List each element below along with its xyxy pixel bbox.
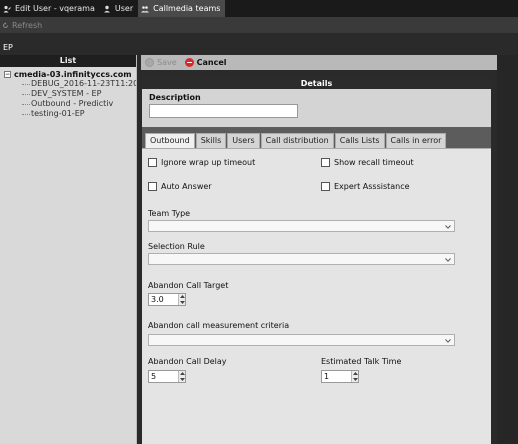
list-item[interactable]: DEBUG_2016-11-23T11:20:33.4	[20, 79, 136, 89]
toolbar: Save Cancel	[141, 55, 497, 70]
tree-root-label: cmedia-03.infinityccs.com	[14, 69, 132, 79]
tree-view: − cmedia-03.infinityccs.com DEBUG_2016-1…	[0, 67, 136, 119]
auto-answer-label: Auto Answer	[161, 182, 212, 191]
abandon-target-stepper[interactable]: 3.0	[148, 293, 186, 306]
description-label: Description	[149, 93, 201, 102]
save-icon	[145, 58, 154, 67]
details-panel: Description	[142, 89, 491, 127]
tab-edit-user[interactable]: Edit User - vqerama	[0, 0, 100, 17]
refresh-icon	[2, 21, 9, 29]
est-talk-stepper[interactable]: 1	[321, 370, 359, 383]
collapse-icon[interactable]: −	[4, 70, 11, 78]
abandon-criteria-select[interactable]	[148, 334, 455, 346]
show-recall-checkbox[interactable]: Show recall timeout	[321, 158, 414, 167]
tab-callmedia-teams-label: Callmedia teams	[153, 4, 221, 13]
est-talk-label: Estimated Talk Time	[321, 357, 402, 366]
chevron-down-icon	[445, 257, 451, 263]
team-icon	[141, 5, 150, 13]
ignore-wrap-up-checkbox[interactable]: Ignore wrap up timeout	[148, 158, 255, 167]
save-label: Save	[157, 58, 177, 67]
ignore-wrap-up-label: Ignore wrap up timeout	[161, 158, 256, 167]
abandon-delay-value[interactable]: 5	[149, 371, 178, 382]
details-header: Details	[142, 78, 491, 89]
decrement-icon[interactable]	[179, 300, 185, 306]
refresh-bar: Refresh	[0, 17, 518, 33]
tab-edit-user-label: Edit User - vqerama	[15, 4, 95, 13]
expert-assistance-label: Expert Asssistance	[334, 182, 410, 191]
cancel-label: Cancel	[196, 58, 227, 67]
chevron-down-icon	[445, 224, 451, 230]
cancel-button[interactable]: Cancel	[184, 58, 227, 67]
tab-skills[interactable]: Skills	[195, 133, 227, 148]
top-tab-bar: Edit User - vqerama User Callmedia teams	[0, 0, 518, 17]
abandon-target-label: Abandon Call Target	[148, 281, 229, 290]
save-button[interactable]: Save	[145, 58, 177, 67]
list-panel: List − cmedia-03.infinityccs.com DEBUG_2…	[0, 55, 137, 444]
show-recall-label: Show recall timeout	[334, 158, 414, 167]
tab-strip: Outbound Skills Users Call distribution …	[145, 133, 447, 149]
auto-answer-checkbox[interactable]: Auto Answer	[148, 182, 212, 191]
abandon-criteria-label: Abandon call measurement criteria	[148, 321, 290, 330]
list-header: List	[0, 55, 136, 67]
abandon-delay-stepper[interactable]: 5	[148, 370, 186, 383]
decrement-icon[interactable]	[352, 377, 358, 383]
tab-calls-in-error[interactable]: Calls in error	[385, 133, 447, 148]
user-icon	[103, 5, 111, 13]
est-talk-value[interactable]: 1	[322, 371, 351, 382]
tab-user[interactable]: User	[100, 0, 138, 17]
tab-callmedia-teams[interactable]: Callmedia teams	[138, 0, 226, 17]
tab-user-label: User	[114, 4, 134, 13]
selection-rule-label: Selection Rule	[148, 242, 205, 251]
decrement-icon[interactable]	[179, 377, 185, 383]
checkbox-box[interactable]	[148, 182, 157, 191]
list-item[interactable]: Outbound - Predictiv	[20, 99, 136, 109]
refresh-button[interactable]: Refresh	[12, 21, 42, 30]
tab-outbound[interactable]: Outbound	[145, 133, 195, 149]
team-type-label: Team Type	[148, 209, 191, 218]
list-item[interactable]: DEV_SYSTEM - EP	[20, 89, 136, 99]
abandon-delay-label: Abandon Call Delay	[148, 357, 227, 366]
tree-root[interactable]: − cmedia-03.infinityccs.com	[0, 69, 136, 79]
checkbox-box[interactable]	[148, 158, 157, 167]
team-type-select[interactable]	[148, 220, 455, 232]
description-input[interactable]	[149, 104, 298, 118]
list-item[interactable]: testing-01-EP	[20, 109, 136, 119]
chevron-down-icon	[445, 338, 451, 344]
tab-users[interactable]: Users	[227, 133, 260, 148]
tree-children: DEBUG_2016-11-23T11:20:33.4 DEV_SYSTEM -…	[0, 79, 136, 119]
tab-call-distribution[interactable]: Call distribution	[260, 133, 334, 148]
right-edge	[497, 55, 518, 444]
tab-calls-lists[interactable]: Calls Lists	[334, 133, 385, 148]
checkbox-box[interactable]	[321, 158, 330, 167]
cancel-icon	[184, 58, 194, 67]
user-edit-icon	[3, 5, 11, 13]
selection-rule-select[interactable]	[148, 253, 455, 265]
page-title: EP	[3, 43, 13, 52]
outbound-panel: Ignore wrap up timeout Show recall timeo…	[142, 148, 491, 444]
expert-assistance-checkbox[interactable]: Expert Asssistance	[321, 182, 410, 191]
checkbox-box[interactable]	[321, 182, 330, 191]
abandon-target-value[interactable]: 3.0	[149, 294, 178, 305]
